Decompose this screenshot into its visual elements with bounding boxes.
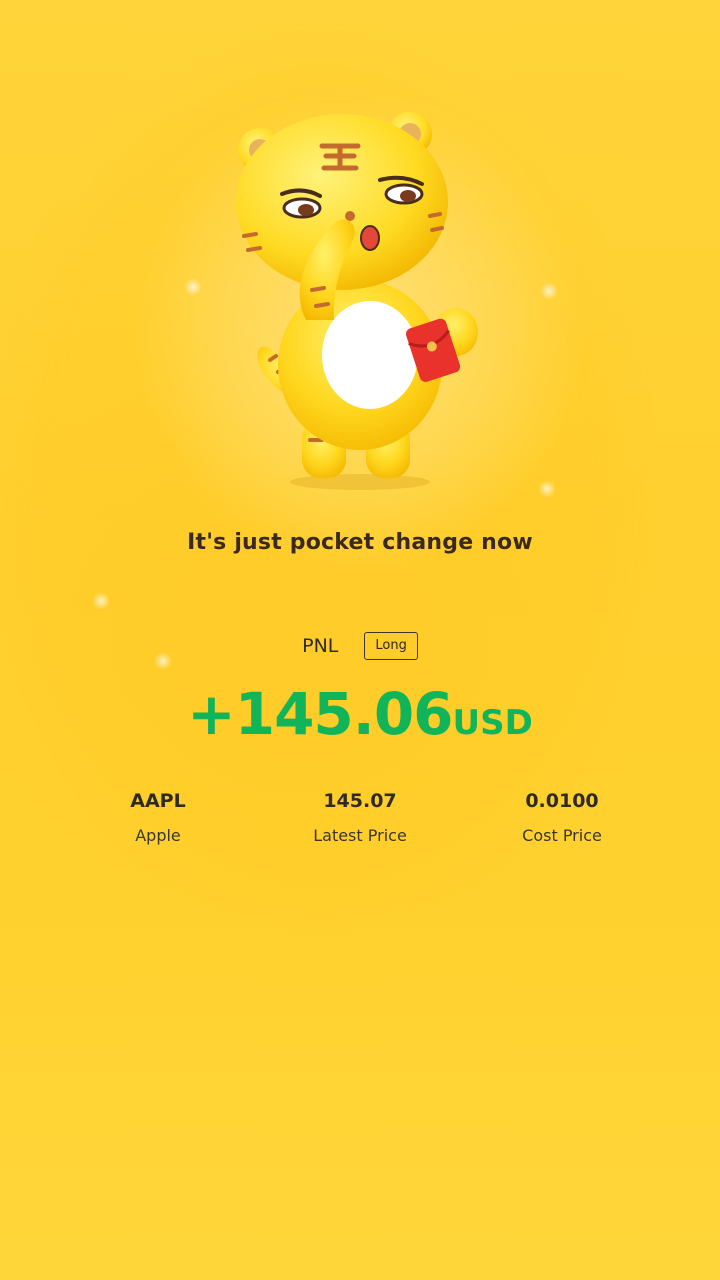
tagline: It's just pocket change now [187, 530, 533, 555]
pnl-amount-value: +145.06 [187, 680, 453, 748]
sparkle-decoration [538, 480, 556, 498]
stat-label: Apple [135, 826, 181, 845]
stat-latest-price: 145.07 Latest Price [260, 790, 460, 845]
pnl-amount: +145.06USD [0, 680, 720, 748]
pnl-currency: USD [452, 703, 533, 743]
stat-label: Latest Price [313, 826, 407, 845]
sparkle-decoration [540, 282, 558, 300]
direction-badge: Long [364, 632, 418, 660]
stat-value: 0.0100 [525, 790, 599, 812]
pnl-header: PNL Long [0, 632, 720, 660]
stat-value: 145.07 [323, 790, 397, 812]
stat-value: AAPL [130, 790, 186, 812]
sparkle-decoration [92, 592, 110, 610]
stat-label: Cost Price [522, 826, 602, 845]
sparkle-decoration [184, 278, 202, 296]
pnl-label: PNL [302, 635, 339, 657]
position-stats: AAPL Apple 145.07 Latest Price 0.0100 Co… [0, 790, 720, 860]
stat-symbol: AAPL Apple [58, 790, 258, 845]
tiger-mascot-icon [220, 110, 500, 500]
stat-cost-price: 0.0100 Cost Price [462, 790, 662, 845]
